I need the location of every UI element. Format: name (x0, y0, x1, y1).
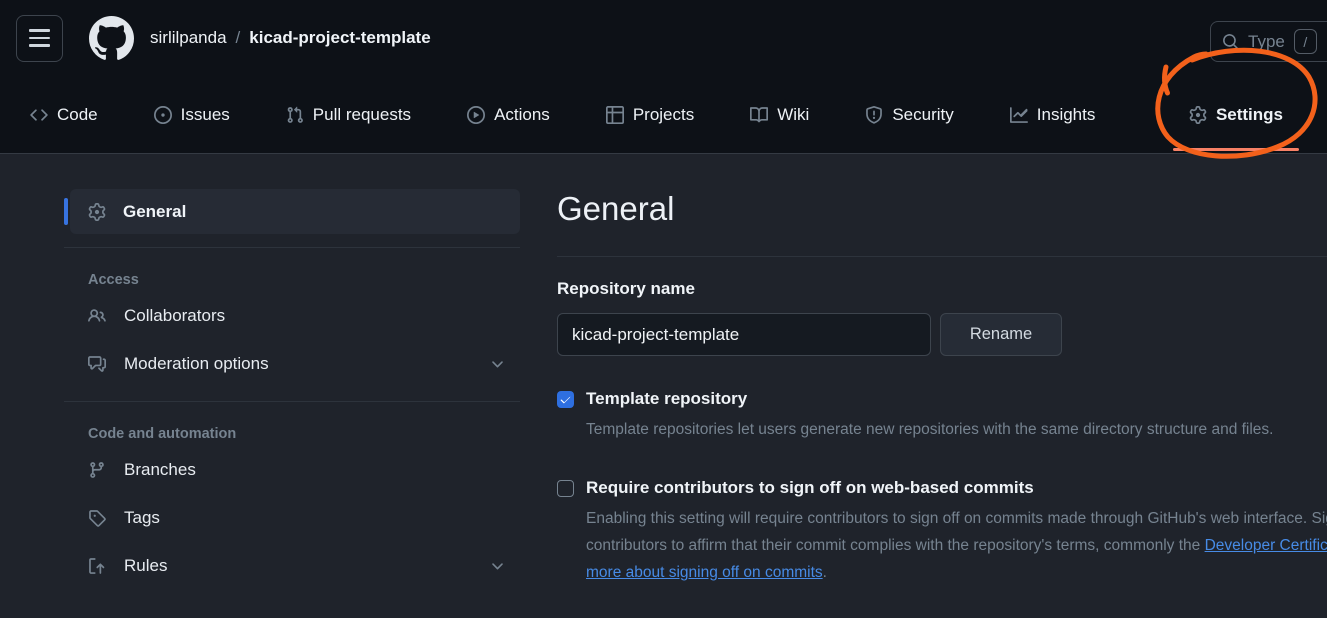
template-repository-checkbox[interactable] (557, 391, 574, 408)
tag-icon (88, 509, 106, 527)
slash-key-badge: / (1294, 29, 1317, 54)
settings-main-panel: General Repository name Rename Template … (557, 154, 1327, 586)
tab-label: Pull requests (313, 105, 411, 125)
check-icon (559, 393, 572, 406)
tab-settings[interactable]: Settings (1189, 76, 1283, 153)
sidebar-item-label: Tags (124, 508, 160, 528)
sidebar-item-label: Rules (124, 556, 167, 576)
template-repository-description: Template repositories let users generate… (586, 416, 1327, 443)
code-icon (30, 106, 48, 124)
tab-label: Issues (181, 105, 230, 125)
comment-discussion-icon (88, 355, 106, 373)
tab-label: Wiki (777, 105, 809, 125)
sidebar-item-moderation-options[interactable]: Moderation options (64, 340, 520, 388)
sidebar-divider (64, 247, 520, 248)
sidebar-item-label: General (123, 202, 186, 222)
sidebar-item-rules[interactable]: Rules (64, 542, 520, 590)
signoff-description-line2: contributors to affirm that their commit… (586, 532, 1327, 559)
tab-label: Settings (1216, 105, 1283, 125)
issue-opened-icon (154, 106, 172, 124)
tab-wiki[interactable]: Wiki (750, 76, 809, 153)
play-icon (467, 106, 485, 124)
tab-pull-requests[interactable]: Pull requests (286, 76, 411, 153)
repository-name-label: Repository name (557, 279, 1327, 299)
breadcrumb-owner-link[interactable]: sirlilpanda (150, 28, 227, 48)
signoff-checkbox[interactable] (557, 480, 574, 497)
signoff-learn-more-link[interactable]: more about signing off on commits (586, 564, 823, 581)
signoff-description-line3: more about signing off on commits. (586, 559, 1327, 586)
tab-label: Security (892, 105, 953, 125)
breadcrumb: sirlilpanda / kicad-project-template (150, 28, 431, 48)
rename-button[interactable]: Rename (940, 313, 1062, 356)
sidebar-section-access: Access (88, 272, 520, 288)
template-repository-label[interactable]: Template repository (586, 389, 747, 409)
sidebar-item-collaborators[interactable]: Collaborators (64, 292, 520, 340)
breadcrumb-separator: / (236, 28, 241, 48)
chevron-down-icon[interactable] (489, 558, 506, 575)
git-pull-request-icon (286, 106, 304, 124)
signoff-description-line1: Enabling this setting will require contr… (586, 505, 1327, 532)
tab-label: Code (57, 105, 98, 125)
book-icon (750, 106, 768, 124)
tab-label: Projects (633, 105, 694, 125)
tab-projects[interactable]: Projects (606, 76, 694, 153)
sidebar-item-branches[interactable]: Branches (64, 446, 520, 494)
gear-icon (88, 203, 106, 221)
page-title: General (557, 190, 1327, 228)
sidebar-item-tags[interactable]: Tags (64, 494, 520, 542)
tab-label: Insights (1037, 105, 1096, 125)
search-placeholder: Type (1248, 32, 1285, 52)
gear-icon (1189, 106, 1207, 124)
search-input[interactable]: Type / (1210, 21, 1327, 62)
tab-actions[interactable]: Actions (467, 76, 550, 153)
rules-icon (88, 557, 106, 575)
settings-sidebar: General Access Collaborators Moderation … (64, 189, 520, 590)
sidebar-item-label: Branches (124, 460, 196, 480)
sidebar-item-label: Moderation options (124, 354, 269, 374)
top-header: sirlilpanda / kicad-project-template Typ… (0, 0, 1327, 76)
search-icon (1222, 33, 1239, 50)
tab-code[interactable]: Code (30, 76, 98, 153)
git-branch-icon (88, 461, 106, 479)
people-icon (88, 307, 106, 325)
sidebar-item-label: Collaborators (124, 306, 225, 326)
graph-icon (1010, 106, 1028, 124)
tab-issues[interactable]: Issues (154, 76, 230, 153)
tab-security[interactable]: Security (865, 76, 953, 153)
sidebar-divider (64, 401, 520, 402)
breadcrumb-repo-link[interactable]: kicad-project-template (249, 28, 430, 48)
tab-insights[interactable]: Insights (1010, 76, 1096, 153)
repository-name-input[interactable] (557, 313, 931, 356)
github-logo-icon[interactable] (89, 16, 134, 61)
shield-icon (865, 106, 883, 124)
table-icon (606, 106, 624, 124)
repo-nav-tabs: Code Issues Pull requests Actions Projec… (0, 76, 1327, 154)
hamburger-menu-button[interactable] (16, 15, 63, 62)
chevron-down-icon[interactable] (489, 356, 506, 373)
sidebar-section-code-automation: Code and automation (88, 426, 520, 442)
sidebar-item-general[interactable]: General (70, 189, 520, 234)
dco-link[interactable]: Developer Certificate of Origin (1205, 537, 1327, 554)
signoff-description: Enabling this setting will require contr… (586, 505, 1327, 586)
tab-label: Actions (494, 105, 550, 125)
section-divider (557, 256, 1327, 257)
signoff-label[interactable]: Require contributors to sign off on web-… (586, 478, 1034, 498)
